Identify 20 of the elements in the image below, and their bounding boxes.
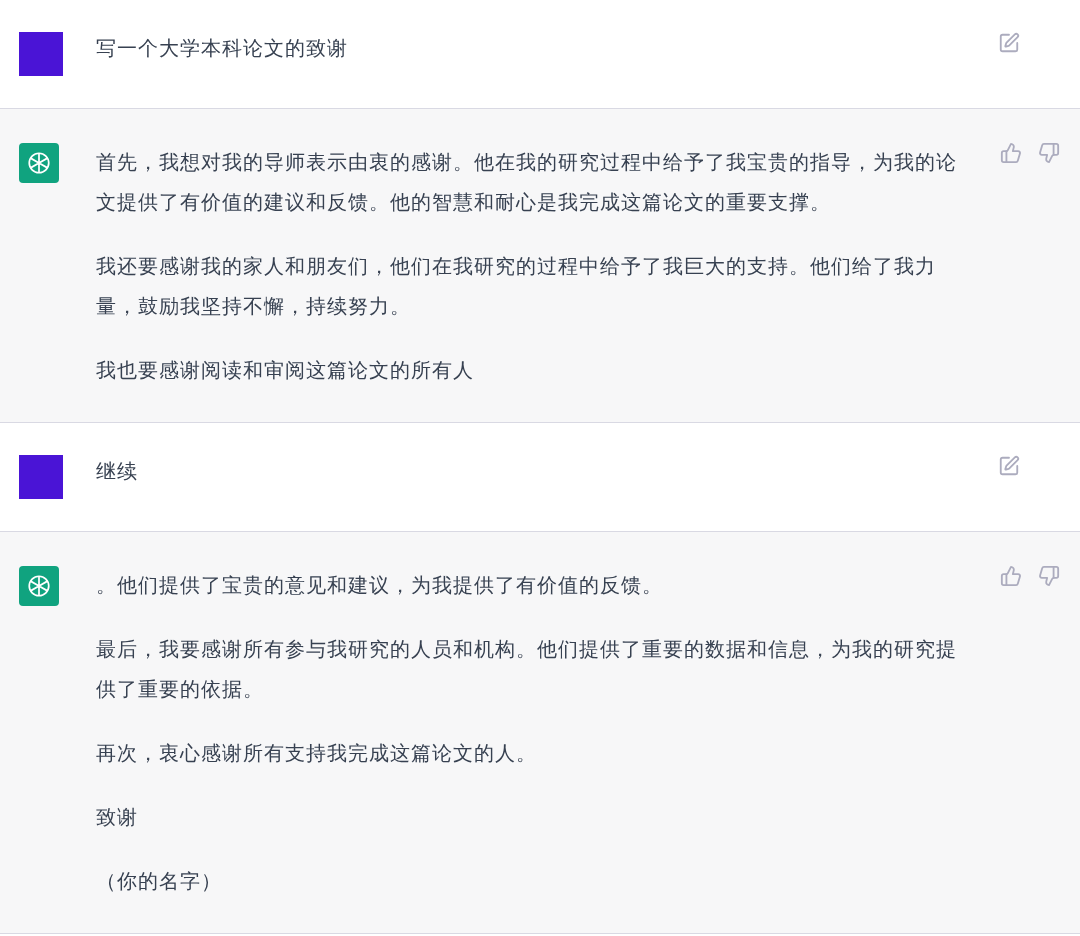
message-text: 我还要感谢我的家人和朋友们，他们在我研究的过程中给予了我巨大的支持。他们给了我力量，鼓励我坚持不懈，持续努力。 xyxy=(96,254,937,319)
message-text: 最后，我要感谢所有参与我研究的人员和机构。他们提供了重要的数据和信息，为我的研究提供了重要的依据。 xyxy=(96,637,958,702)
thumbs-down-icon[interactable] xyxy=(1038,142,1060,164)
message-text: 致谢 xyxy=(96,805,139,830)
thumbs-up-icon[interactable] xyxy=(1000,142,1022,164)
edit-icon[interactable] xyxy=(998,455,1020,477)
knot-logo-icon xyxy=(26,150,52,176)
thumbs-up-icon[interactable] xyxy=(1000,565,1022,587)
message-text: 再次，衷心感谢所有支持我完成这篇论文的人。 xyxy=(96,741,538,766)
message-text: 写一个大学本科论文的致谢 xyxy=(96,36,349,61)
thumbs-down-icon[interactable] xyxy=(1038,565,1060,587)
message-text: 。他们提供了宝贵的意见和建议，为我提供了有价值的反馈。 xyxy=(96,573,664,598)
knot-logo-icon xyxy=(26,573,52,599)
message-text: （你的名字） xyxy=(96,869,223,894)
message-text: 首先，我想对我的导师表示由衷的感谢。他在我的研究过程中给予了我宝贵的指导，为我的论文提供了有价值的建议和反馈。他的智慧和耐心是我完成这篇论文的重要支撑。 xyxy=(96,150,958,215)
message-text: 继续 xyxy=(96,459,139,484)
message-text: 我也要感谢阅读和审阅这篇论文的所有人 xyxy=(96,358,475,383)
user-avatar xyxy=(19,32,63,76)
edit-icon[interactable] xyxy=(998,32,1020,54)
user-avatar xyxy=(19,455,63,499)
